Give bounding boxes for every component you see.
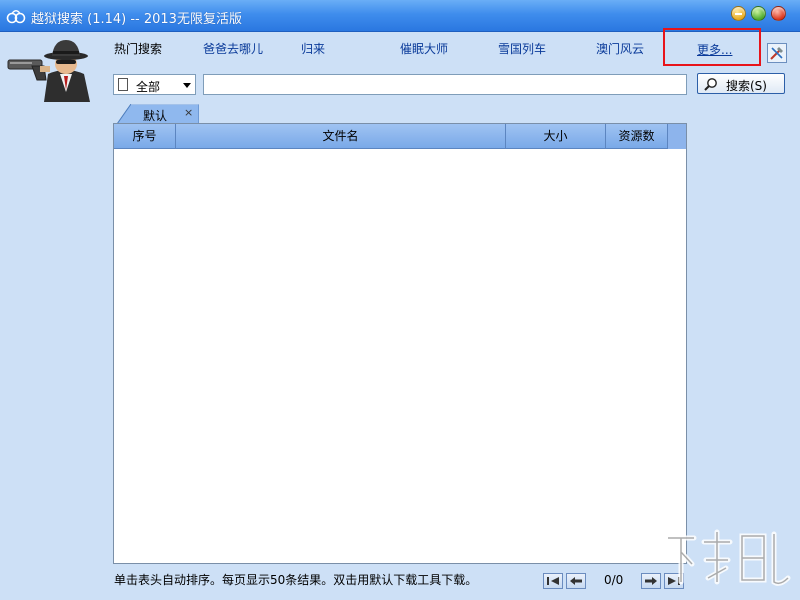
table-body[interactable] <box>114 150 686 563</box>
hot-search-row: 热门搜索 爸爸去哪儿 归来 催眠大师 雪国列车 澳门风云 <box>0 40 760 58</box>
settings-tool-button[interactable] <box>767 43 787 63</box>
scope-value: 全部 <box>136 80 161 94</box>
hot-search-link[interactable]: 雪国列车 <box>498 40 546 57</box>
column-header-filler <box>668 124 686 149</box>
hot-search-link[interactable]: 催眠大师 <box>400 40 448 57</box>
document-icon <box>118 78 128 91</box>
close-icon[interactable]: × <box>184 106 193 119</box>
close-button[interactable] <box>771 6 786 21</box>
tab-default[interactable]: 默认 × <box>117 104 199 124</box>
search-button[interactable]: 搜索(S) <box>697 73 785 94</box>
first-page-button[interactable] <box>543 573 563 589</box>
chevron-down-icon <box>183 83 191 88</box>
results-table: 序号 文件名 大小 资源数 <box>113 123 687 564</box>
hot-search-link[interactable]: 归来 <box>301 40 325 57</box>
minimize-button[interactable] <box>731 6 746 21</box>
page-indicator: 0/0 <box>604 573 624 587</box>
hot-search-link[interactable]: 澳门风云 <box>596 40 644 57</box>
column-header-filename[interactable]: 文件名 <box>176 124 506 149</box>
column-header-index[interactable]: 序号 <box>114 124 176 149</box>
arrow-left-icon <box>570 577 582 585</box>
tab-label: 默认 <box>143 109 168 123</box>
previous-page-button[interactable] <box>566 573 586 589</box>
maximize-button[interactable] <box>751 6 766 21</box>
hot-search-label: 热门搜索 <box>114 42 163 56</box>
arrow-right-icon <box>645 577 657 585</box>
search-input[interactable] <box>203 74 687 95</box>
column-header-size[interactable]: 大小 <box>506 124 606 149</box>
column-header-resources[interactable]: 资源数 <box>606 124 668 149</box>
search-button-label: 搜索(S) <box>726 79 767 93</box>
tools-icon <box>770 47 783 60</box>
search-icon <box>704 78 717 91</box>
scope-dropdown[interactable]: 全部 <box>113 74 196 95</box>
more-link[interactable]: 更多... <box>697 41 732 58</box>
window-title: 越狱搜索 (1.14) -- 2013无限复活版 <box>31 12 242 27</box>
next-page-button[interactable] <box>641 573 661 589</box>
table-header: 序号 文件名 大小 资源数 <box>114 124 686 149</box>
first-page-icon <box>547 577 559 585</box>
hot-search-link[interactable]: 爸爸去哪儿 <box>203 40 263 57</box>
handcuffs-icon <box>6 10 26 24</box>
status-hint: 单击表头自动排序。每页显示50条结果。双击用默认下载工具下载。 <box>114 573 478 587</box>
site-watermark-logo <box>665 529 791 586</box>
